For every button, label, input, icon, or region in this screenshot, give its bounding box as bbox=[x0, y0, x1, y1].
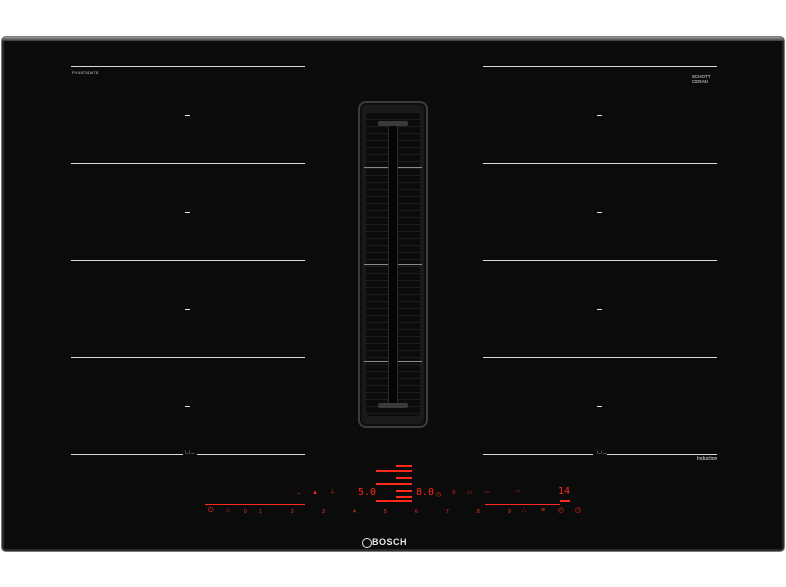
scale-7[interactable]: 7 bbox=[446, 509, 449, 515]
model-code: PXX875D67E bbox=[72, 70, 99, 75]
left-zone-line-6 bbox=[197, 454, 305, 455]
boost-icon[interactable]: ▲ bbox=[312, 490, 318, 496]
left-zone-line-2 bbox=[71, 163, 305, 164]
extractor-level-bar-5 bbox=[396, 490, 412, 492]
extractor-level-bar-2 bbox=[376, 470, 412, 472]
left-zone-line-3 bbox=[71, 260, 305, 261]
right-zone-line-1 bbox=[483, 66, 717, 67]
pan-icon[interactable]: ⌢ bbox=[297, 491, 301, 497]
pot-icon[interactable]: ▭ bbox=[467, 490, 473, 496]
left-zone-marker-4[interactable] bbox=[185, 406, 190, 407]
extractor-level-bar-7 bbox=[376, 500, 412, 502]
left-zone-line-5 bbox=[71, 454, 183, 455]
sensor-icon[interactable]: ⁓ bbox=[484, 490, 490, 496]
child-lock-icon[interactable]: ⌂ bbox=[226, 507, 230, 514]
brand-name: BOSCH bbox=[372, 537, 408, 547]
wifi-icon[interactable]: ◠ bbox=[515, 490, 520, 496]
flex-zone-icon-left: └┘─ bbox=[184, 451, 195, 457]
scale-2[interactable]: 2 bbox=[291, 509, 294, 515]
right-zone-marker-3[interactable] bbox=[597, 309, 602, 310]
scale-9[interactable]: 9 bbox=[508, 509, 511, 515]
vent-cap-bottom bbox=[378, 403, 408, 408]
power-display: 5.0 bbox=[358, 487, 377, 498]
left-zone-line-4 bbox=[71, 357, 305, 358]
right-zone-line-4 bbox=[483, 357, 717, 358]
scale-5[interactable]: 5 bbox=[384, 509, 387, 515]
right-zone-line-5 bbox=[483, 454, 593, 455]
left-zone-marker-2[interactable] bbox=[185, 212, 190, 213]
cooktop-frame bbox=[2, 37, 784, 41]
schott-ceran-logo: SCHOTT CERAN bbox=[692, 74, 711, 84]
power-icon[interactable]: ⏻ bbox=[208, 507, 214, 514]
right-zone-line-2 bbox=[483, 163, 717, 164]
timer-display: 8.0 bbox=[416, 487, 435, 498]
right-display: 14 bbox=[558, 486, 571, 497]
vent-handle[interactable] bbox=[389, 123, 397, 406]
scale-4[interactable]: 4 bbox=[353, 509, 356, 515]
settings-icon[interactable]: ≡ bbox=[541, 507, 545, 514]
scale-8[interactable]: 8 bbox=[477, 509, 480, 515]
extractor-level-bar-4 bbox=[376, 483, 412, 485]
left-zone-line-1 bbox=[71, 66, 305, 67]
vent-cap-top bbox=[378, 121, 408, 126]
scale-1[interactable]: 1 bbox=[259, 509, 262, 515]
right-display-underline bbox=[560, 500, 570, 502]
right-zone-line-6 bbox=[607, 454, 717, 455]
left-zone-marker-3[interactable] bbox=[185, 309, 190, 310]
bosch-logo-icon bbox=[362, 538, 372, 548]
extractor-level-bar-6 bbox=[396, 496, 412, 498]
scale-0[interactable]: 0 bbox=[244, 509, 247, 515]
clock-icon[interactable]: ◴ bbox=[558, 507, 564, 514]
extractor-level-bar-1 bbox=[396, 465, 412, 467]
extractor-level-bar-3 bbox=[396, 477, 412, 479]
scale-6[interactable]: 6 bbox=[415, 509, 418, 515]
control-slider-line-right bbox=[485, 504, 560, 505]
downdraft-vent bbox=[358, 101, 428, 428]
right-zone-marker-1[interactable] bbox=[597, 115, 602, 116]
menu-icon[interactable]: ≡ bbox=[452, 490, 456, 496]
induction-label: Induction bbox=[697, 456, 718, 462]
right-zone-marker-4[interactable] bbox=[597, 406, 602, 407]
timer-icon[interactable]: ◷ bbox=[436, 492, 441, 498]
control-slider-line-left bbox=[205, 504, 305, 505]
flex-zone-icon-right: └┘─ bbox=[596, 451, 607, 457]
keep-warm-icon[interactable]: ∴ bbox=[522, 507, 526, 514]
right-zone-marker-2[interactable] bbox=[597, 212, 602, 213]
timer-clock-icon[interactable]: ◷ bbox=[575, 507, 581, 514]
scale-3[interactable]: 3 bbox=[322, 509, 325, 515]
right-zone-line-3 bbox=[483, 260, 717, 261]
fan-icon[interactable]: ⊥ bbox=[330, 489, 335, 495]
left-zone-marker-1[interactable] bbox=[185, 115, 190, 116]
